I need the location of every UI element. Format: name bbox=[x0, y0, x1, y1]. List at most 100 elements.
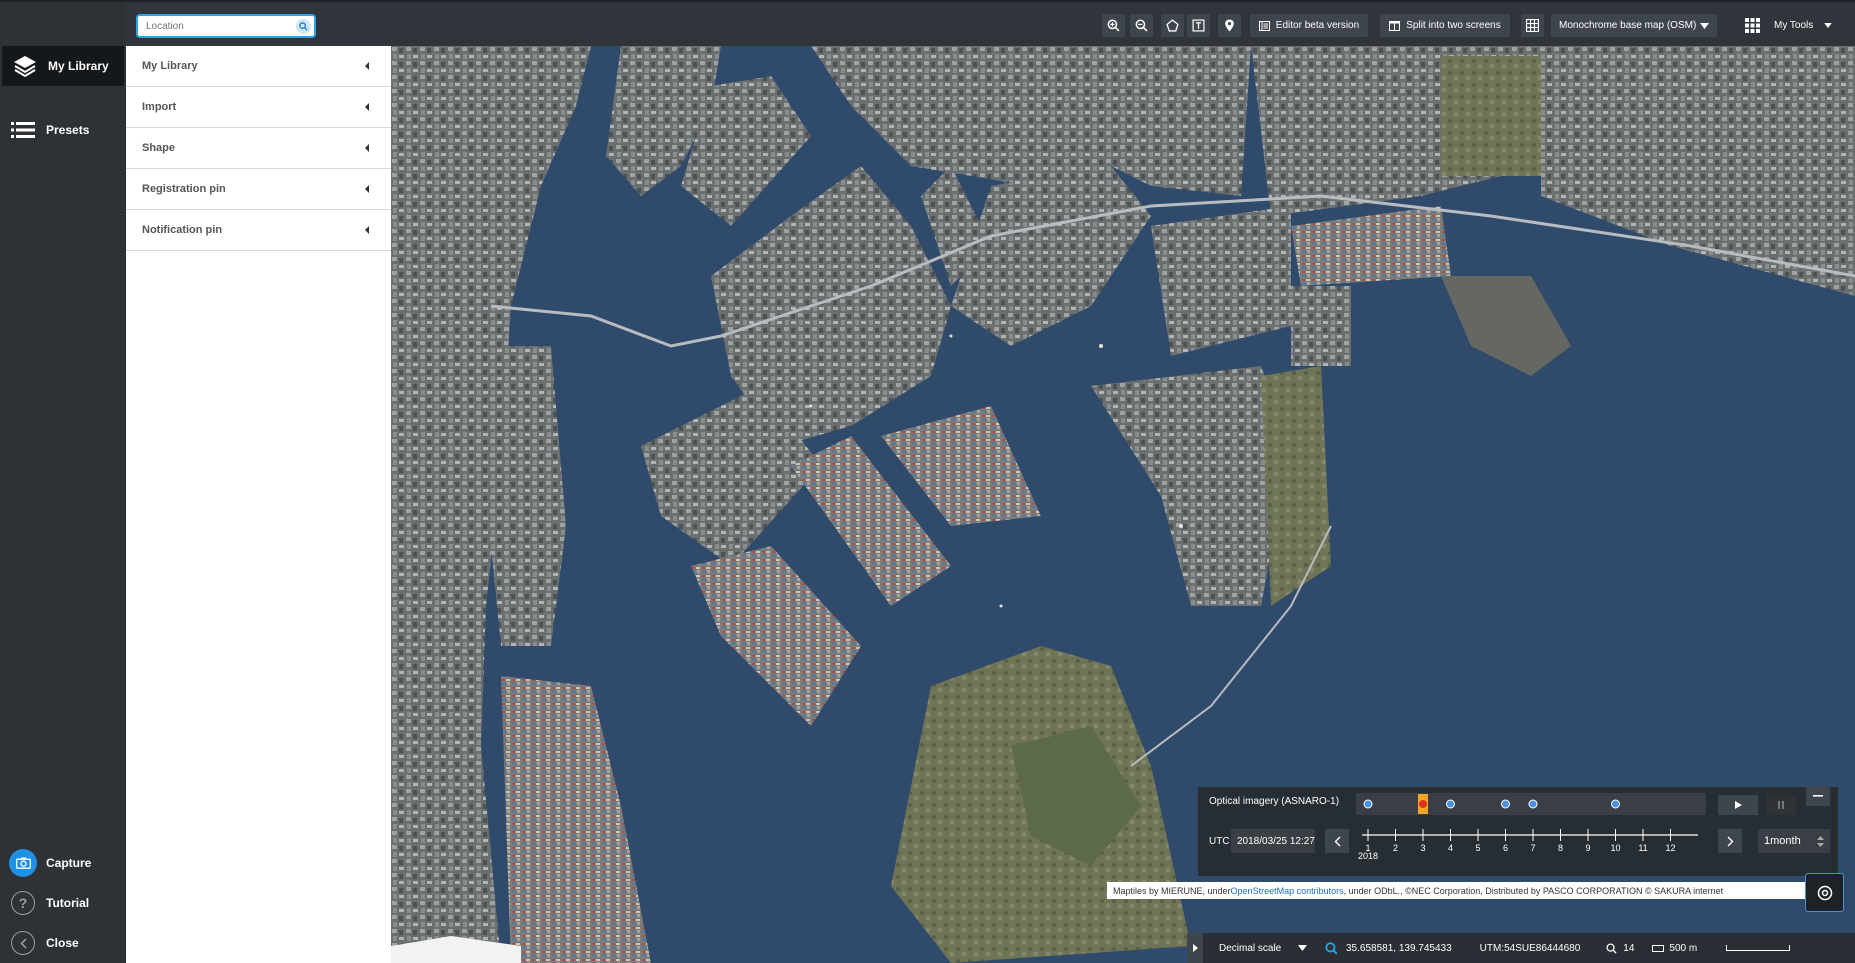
location-search-input[interactable] bbox=[146, 20, 286, 32]
chevron-right-icon bbox=[1727, 836, 1733, 846]
minimize-button[interactable] bbox=[1806, 786, 1830, 806]
month-scale-svg: 1 2 3 4 5 6 7 8 9 10 11 12 bbox=[1362, 829, 1698, 853]
month-label: 6 bbox=[1503, 843, 1508, 853]
panel-item-my-library[interactable]: My Library bbox=[126, 46, 391, 87]
caret-left-icon bbox=[365, 144, 369, 152]
caret-right-icon bbox=[1192, 944, 1198, 952]
coordinates: 35.658581, 139.745433 bbox=[1346, 942, 1452, 954]
panel-item-registration-pin[interactable]: Registration pin bbox=[126, 169, 391, 210]
month-label: 7 bbox=[1530, 843, 1535, 853]
compass-icon[interactable] bbox=[1805, 873, 1844, 912]
next-button[interactable] bbox=[1718, 829, 1742, 853]
search-icon[interactable] bbox=[296, 19, 311, 34]
prev-button[interactable] bbox=[1325, 829, 1349, 853]
nav-close-label: Close bbox=[46, 936, 79, 950]
list-icon bbox=[0, 121, 46, 139]
month-label: 4 bbox=[1448, 843, 1453, 853]
scale-value: 500 m bbox=[1669, 942, 1698, 954]
split-icon bbox=[1389, 20, 1401, 31]
basemap-select[interactable]: Monochrome base map (OSM) bbox=[1551, 14, 1717, 37]
acquisition-markers[interactable] bbox=[1356, 793, 1706, 815]
panel-item-notification-pin[interactable]: Notification pin bbox=[126, 210, 391, 251]
chevron-down-icon bbox=[1824, 23, 1832, 28]
scale-mode-select[interactable]: Decimal scale bbox=[1215, 937, 1311, 959]
nav-tutorial-label: Tutorial bbox=[46, 896, 90, 910]
panel-item-label: My Library bbox=[142, 60, 198, 72]
zoom-in-icon[interactable] bbox=[1102, 14, 1125, 37]
nav-capture-label: Capture bbox=[46, 856, 92, 870]
zoom-out-icon[interactable] bbox=[1130, 14, 1153, 37]
pause-button[interactable] bbox=[1766, 795, 1796, 815]
library-panel: My Library Import Shape Registration pin… bbox=[126, 46, 391, 963]
nav-presets-label: Presets bbox=[46, 123, 90, 137]
chevron-left-icon bbox=[11, 931, 35, 955]
acquisition-marker[interactable] bbox=[1363, 799, 1373, 809]
editor-icon bbox=[1258, 20, 1270, 31]
nav-capture[interactable]: Capture bbox=[0, 846, 122, 880]
acquisition-track[interactable] bbox=[1356, 793, 1706, 815]
osm-link[interactable]: OpenStreetMap contributors bbox=[1231, 886, 1344, 896]
minus-icon bbox=[1813, 795, 1823, 797]
datetime-field[interactable]: 2018/03/25 12:27 bbox=[1231, 829, 1315, 853]
pin-icon[interactable] bbox=[1218, 14, 1241, 37]
scale-mode-label: Decimal scale bbox=[1219, 942, 1282, 954]
editor-button[interactable]: Editor beta version bbox=[1250, 14, 1368, 37]
utm-readout: UTM:54SUE86444680 bbox=[1479, 942, 1581, 954]
scale-readout: 500 m bbox=[1652, 942, 1791, 954]
help-icon: ? bbox=[11, 891, 35, 915]
chevron-down-icon bbox=[1298, 945, 1307, 951]
panel-item-label: Registration pin bbox=[142, 183, 226, 195]
basemap-label: Monochrome base map (OSM) bbox=[1559, 20, 1697, 31]
caret-left-icon bbox=[365, 103, 369, 111]
month-label: 5 bbox=[1475, 843, 1480, 853]
panel-item-label: Shape bbox=[142, 142, 176, 154]
timeline-panel: Optical imagery (ASNARO-1) UTC 2018/03/2… bbox=[1198, 786, 1838, 876]
camera-icon bbox=[9, 849, 37, 877]
panel-item-label: Notification pin bbox=[142, 224, 223, 236]
chevron-left-icon bbox=[1334, 836, 1340, 846]
location-search[interactable] bbox=[136, 14, 316, 38]
apps-grid-icon[interactable] bbox=[1741, 14, 1764, 37]
selected-acquisition-marker[interactable] bbox=[1419, 800, 1427, 808]
nav-tutorial[interactable]: ? Tutorial bbox=[0, 886, 122, 920]
split-screen-button[interactable]: Split into two screens bbox=[1380, 14, 1510, 37]
month-label: 9 bbox=[1585, 843, 1590, 853]
acquisition-marker[interactable] bbox=[1446, 799, 1455, 809]
acquisition-marker[interactable] bbox=[1528, 799, 1538, 809]
left-navigation: My Library Presets Capture ? Tutorial Cl… bbox=[0, 46, 125, 963]
attribution-suffix: , under ODbL., ©NEC Corporation, Distrib… bbox=[1343, 885, 1724, 896]
month-label: 3 bbox=[1420, 843, 1425, 853]
status-toggle[interactable] bbox=[1187, 933, 1203, 963]
caret-left-icon bbox=[365, 226, 369, 234]
nav-my-library[interactable]: My Library bbox=[2, 46, 124, 86]
polygon-icon[interactable] bbox=[1161, 14, 1184, 37]
nav-presets[interactable]: Presets bbox=[0, 110, 122, 150]
chevron-down-icon bbox=[1700, 22, 1709, 29]
month-label: 12 bbox=[1665, 843, 1675, 853]
panel-item-import[interactable]: Import bbox=[126, 87, 391, 128]
play-button[interactable] bbox=[1718, 795, 1758, 815]
top-toolbar: Editor beta version Split into two scree… bbox=[0, 0, 1855, 48]
top-left-strip bbox=[0, 2, 125, 48]
nav-my-library-label: My Library bbox=[48, 59, 109, 73]
acquisition-marker[interactable] bbox=[1501, 799, 1510, 809]
caret-left-icon bbox=[365, 62, 369, 70]
panel-item-shape[interactable]: Shape bbox=[126, 128, 391, 169]
nav-close[interactable]: Close bbox=[0, 926, 122, 960]
interval-select[interactable]: 1month bbox=[1758, 829, 1830, 853]
my-tools-label: My Tools bbox=[1774, 20, 1814, 31]
attribution-prefix: Maptiles by MIERUNE, under bbox=[1113, 885, 1231, 896]
map-attribution: Maptiles by MIERUNE, under OpenStreetMap… bbox=[1107, 882, 1807, 899]
my-tools-select[interactable]: My Tools bbox=[1766, 14, 1840, 37]
split-label: Split into two screens bbox=[1406, 20, 1501, 31]
month-scale[interactable]: 1 2 3 4 5 6 7 8 9 10 11 12 2018 bbox=[1356, 825, 1706, 865]
grid-icon[interactable] bbox=[1521, 14, 1544, 37]
zoom-level: 14 bbox=[1623, 942, 1635, 954]
caret-left-icon bbox=[365, 185, 369, 193]
coordinate-readout[interactable]: 35.658581, 139.745433 bbox=[1325, 941, 1452, 955]
text-icon[interactable] bbox=[1187, 14, 1210, 37]
acquisition-marker[interactable] bbox=[1611, 799, 1620, 809]
month-label: 11 bbox=[1638, 843, 1647, 853]
month-label: 2 bbox=[1393, 843, 1398, 853]
ruler-icon bbox=[1652, 944, 1665, 952]
